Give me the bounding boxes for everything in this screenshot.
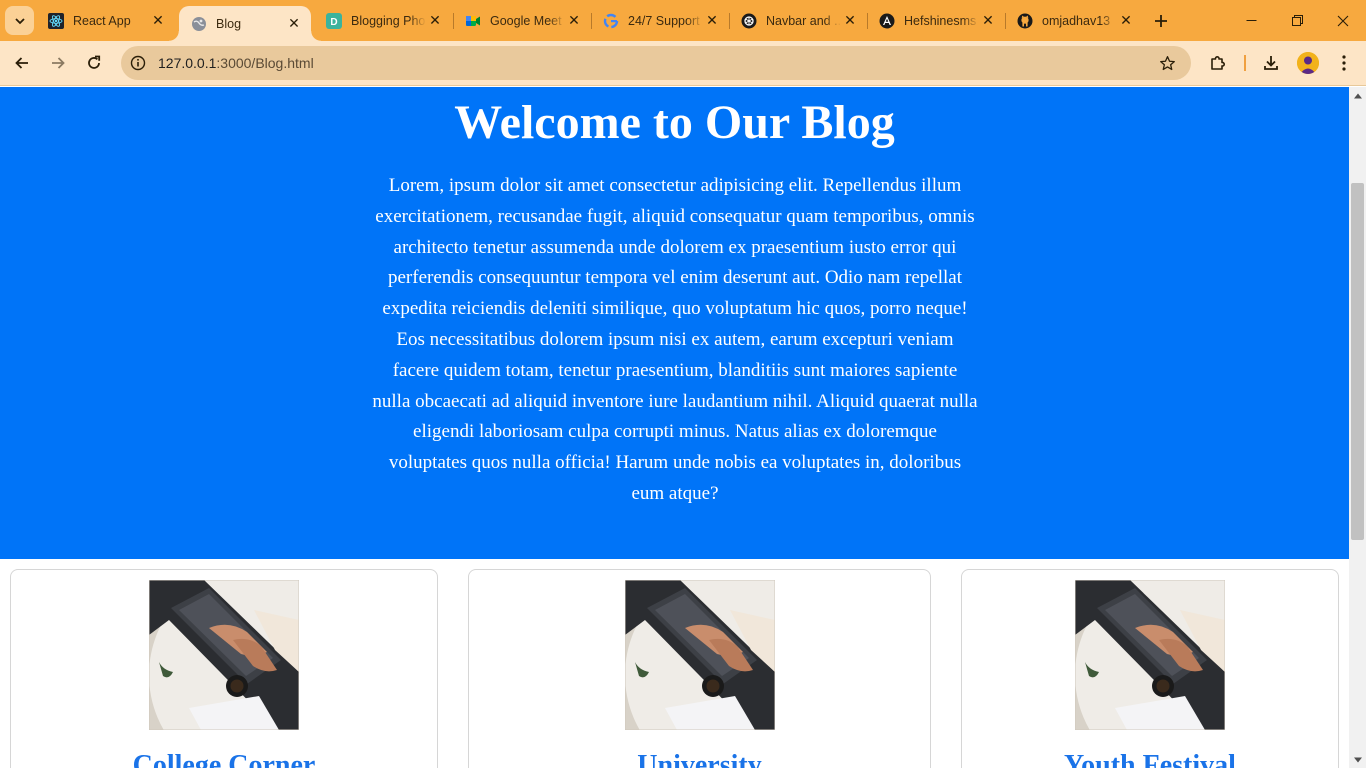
page-scrollbar[interactable] <box>1349 87 1366 768</box>
info-icon <box>130 55 146 71</box>
toolbar-divider <box>1244 55 1246 71</box>
tab-hefshine[interactable]: Hefshinesms ✕ <box>867 6 1005 35</box>
back-button[interactable] <box>8 49 36 77</box>
react-icon <box>48 12 64 29</box>
close-icon[interactable]: ✕ <box>285 15 303 33</box>
laptop-desk-photo <box>1075 580 1225 730</box>
google-icon <box>603 13 619 29</box>
tab-github[interactable]: omjadhav13 ✕ <box>1005 6 1143 35</box>
restore-button[interactable] <box>1274 0 1320 41</box>
arrow-right-icon <box>52 57 65 69</box>
google-meet-icon <box>465 13 481 29</box>
svg-text:D: D <box>330 17 337 28</box>
scroll-up-button[interactable] <box>1349 87 1366 104</box>
triangle-down-icon <box>1353 757 1362 762</box>
card-title[interactable]: College Corner <box>11 750 437 768</box>
forward-button[interactable] <box>44 49 72 77</box>
chevron-down-icon <box>14 17 25 24</box>
plus-icon <box>1155 15 1167 27</box>
tab-search-button[interactable] <box>5 6 34 35</box>
laptop-desk-photo <box>149 580 299 730</box>
url-host: 127.0.0.1 <box>158 55 217 71</box>
globe-icon <box>191 16 207 32</box>
profile-icon <box>1297 52 1319 74</box>
scroll-down-button[interactable] <box>1349 751 1366 768</box>
new-tab-button[interactable] <box>1148 8 1174 34</box>
github-icon <box>1017 13 1033 29</box>
card-title[interactable]: Youth Festival <box>962 750 1338 768</box>
minimize-button[interactable] <box>1228 0 1274 41</box>
card-image <box>149 580 299 730</box>
downloads-button[interactable] <box>1257 49 1285 77</box>
triangle-up-icon <box>1353 93 1362 98</box>
browser-menu-button[interactable] <box>1330 49 1358 77</box>
angular-icon <box>879 13 895 29</box>
laptop-desk-photo <box>625 580 775 730</box>
tab-title: Blog <box>216 16 242 31</box>
tab-title: React App <box>73 13 131 28</box>
scrollbar-thumb[interactable] <box>1351 183 1364 540</box>
restore-icon <box>1291 15 1303 26</box>
blog-card[interactable]: University <box>468 569 931 768</box>
tab-title: Hefshinesms <box>904 13 977 28</box>
blog-card[interactable]: College Corner <box>10 569 438 768</box>
tab-blogging[interactable]: D Blogging Phones ✕ <box>314 6 452 35</box>
url-path: :3000/Blog.html <box>216 55 314 71</box>
close-icon[interactable]: ✕ <box>979 12 997 30</box>
site-info-button[interactable] <box>123 48 153 78</box>
tab-title: Google Meet <box>490 13 562 28</box>
profile-avatar[interactable] <box>1297 52 1319 74</box>
tab-title: omjadhav13 <box>1042 13 1111 28</box>
minimize-icon <box>1246 20 1256 21</box>
dashboard-icon: D <box>326 12 342 29</box>
hero-description: Lorem, ipsum dolor sit amet consectetur … <box>372 175 978 504</box>
star-icon <box>1159 55 1175 70</box>
close-window-button[interactable] <box>1320 0 1366 41</box>
address-bar[interactable]: 127.0.0.1:3000/Blog.html <box>121 46 1191 80</box>
tab-navbar[interactable]: Navbar and ... ✕ <box>729 6 867 35</box>
tab-blog[interactable]: Blog ✕ <box>169 6 321 41</box>
hero-section: Welcome to Our Blog Lorem, ipsum dolor s… <box>0 87 1349 559</box>
puzzle-icon <box>1211 56 1225 70</box>
close-icon[interactable]: ✕ <box>149 12 167 30</box>
close-icon[interactable]: ✕ <box>703 12 721 30</box>
card-image <box>1075 580 1225 730</box>
tab-title: 24/7 Support <box>628 13 700 28</box>
tab-react-app[interactable]: React App ✕ <box>36 6 175 35</box>
tab-title: Blogging Phones <box>351 13 426 28</box>
tab-support[interactable]: 24/7 Support ✕ <box>591 6 729 35</box>
close-icon[interactable]: ✕ <box>565 12 583 30</box>
tab-strip: React App ✕ Blog ✕ D Blogging Phones ✕ G… <box>0 0 1366 41</box>
page-viewport: Welcome to Our Blog Lorem, ipsum dolor s… <box>0 87 1349 768</box>
blog-card[interactable]: Youth Festival <box>961 569 1339 768</box>
page-title: Welcome to Our Blog <box>454 96 895 149</box>
tab-title: Navbar and ... <box>766 13 841 28</box>
tab-google-meet[interactable]: Google Meet ✕ <box>453 6 591 35</box>
arrow-left-icon <box>15 57 28 69</box>
openai-icon <box>741 13 757 29</box>
extensions-button[interactable] <box>1204 49 1232 77</box>
more-vert-icon <box>1342 55 1346 71</box>
bookmark-button[interactable] <box>1153 49 1181 77</box>
reload-button[interactable] <box>80 49 108 77</box>
card-image <box>625 580 775 730</box>
reload-icon <box>88 55 101 69</box>
close-icon[interactable]: ✕ <box>426 12 444 30</box>
card-title[interactable]: University <box>469 750 930 768</box>
download-icon <box>1264 56 1278 70</box>
url-text[interactable]: 127.0.0.1:3000/Blog.html <box>158 55 1153 71</box>
close-icon <box>1337 15 1349 26</box>
close-icon[interactable]: ✕ <box>1117 12 1135 30</box>
close-icon[interactable]: ✕ <box>841 12 859 30</box>
browser-toolbar: 127.0.0.1:3000/Blog.html <box>0 41 1366 86</box>
